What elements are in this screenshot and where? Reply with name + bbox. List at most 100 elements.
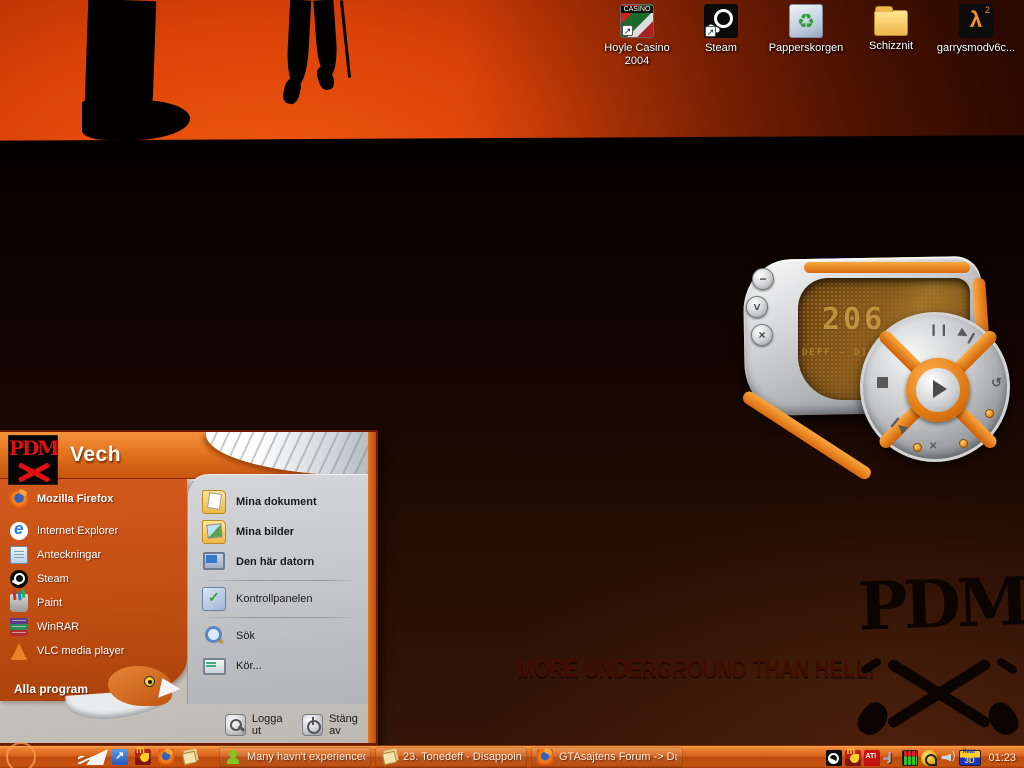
task-button-winamp[interactable]: 23. Tonedeff - Disappoint...: [375, 747, 527, 768]
icon-label-line2: 2004: [625, 55, 649, 67]
menu-item-search[interactable]: Sök: [188, 621, 370, 651]
logout-button[interactable]: Logga ut: [225, 713, 292, 737]
menu-item-mozilla-firefox[interactable]: Mozilla Firefox: [0, 487, 187, 511]
shutdown-button[interactable]: Stäng av: [302, 713, 370, 737]
ati-tray-icon[interactable]: [864, 750, 880, 766]
desktop-icon-garrysmod[interactable]: garrysmodv6c...: [934, 4, 1018, 55]
task-title: Many havn't experienced...: [247, 751, 365, 763]
menu-item-label: Kontrollpanelen: [236, 593, 312, 605]
option-dot-button[interactable]: [959, 439, 968, 448]
control-panel-icon: [202, 587, 226, 611]
shuffle-button[interactable]: ✕: [929, 441, 937, 452]
start-button-orb[interactable]: [6, 742, 36, 768]
menu-item-label: Den här datorn: [236, 556, 314, 568]
folder-icon: [874, 10, 908, 36]
menu-item-label: Mina dokument: [236, 496, 317, 508]
option-dot-button[interactable]: [985, 409, 994, 418]
recycle-bin-icon: [789, 4, 823, 38]
firefox-icon: [537, 749, 553, 765]
desktop-icon-steam[interactable]: ↗ Steam: [679, 4, 763, 55]
daemon-tools-tray-icon[interactable]: [883, 750, 899, 766]
stop-button[interactable]: [877, 377, 888, 388]
close-button[interactable]: ×: [751, 324, 773, 346]
pause-button[interactable]: ❙❙: [929, 323, 949, 336]
start-button[interactable]: [78, 749, 108, 766]
vlc-icon: [10, 642, 28, 660]
menu-item-label: Internet Explorer: [37, 525, 118, 537]
menu-item-anteckningar[interactable]: Anteckningar: [0, 543, 187, 567]
quick-launch-bar: [112, 749, 197, 765]
mirc-quicklaunch-icon[interactable]: [135, 749, 151, 765]
desktop-icon-recycle-bin[interactable]: Papperskorgen: [764, 4, 848, 55]
mirc-tray-icon[interactable]: [845, 750, 861, 766]
system-tray: 01:23: [818, 746, 1022, 768]
menu-item-label: WinRAR: [37, 621, 79, 633]
menu-divider: [202, 580, 356, 581]
my-documents-icon: [202, 490, 226, 514]
search-icon: [202, 624, 226, 648]
equalizer-tray-icon[interactable]: [902, 750, 918, 766]
task-title: 23. Tonedeff - Disappoint...: [403, 751, 521, 763]
icon-label: Papperskorgen: [764, 42, 848, 55]
volume-tray-icon[interactable]: [940, 750, 956, 766]
winrar-icon: [10, 618, 28, 636]
menu-item-label: Steam: [37, 573, 69, 585]
desktop: MORE UNDERGROUND THAN HELL! PDM ↗ Hoyle …: [0, 0, 1024, 768]
paint-icon: [10, 594, 28, 612]
shortcut-arrow-icon: ↗: [622, 25, 633, 36]
wallpaper-tagline: MORE UNDERGROUND THAN HELL!: [517, 656, 857, 685]
key-icon: [225, 714, 246, 736]
pdm-logo: PDM: [8, 435, 58, 485]
play-button[interactable]: [916, 368, 960, 412]
my-computer-icon: [202, 550, 226, 574]
start-menu-right-panel: Mina dokument Mina bilder Den här datorn…: [187, 474, 370, 704]
headset-tray-icon[interactable]: [921, 750, 937, 766]
messenger-buddy-icon: [225, 749, 241, 765]
files-quicklaunch-icon[interactable]: [181, 749, 197, 765]
internet-explorer-icon: [10, 522, 28, 540]
task-buttons: Many havn't experienced... 23. Tonedeff …: [219, 747, 683, 768]
all-programs-button[interactable]: Alla program: [14, 682, 88, 696]
shade-button[interactable]: ˅: [746, 296, 768, 318]
run-icon: [202, 654, 226, 678]
media-player-widget: 206 DEFF - DISAPPOINTED − ˅ × ❙❙ ▶❙ ▶❙ ↺…: [742, 254, 994, 466]
start-menu-right-border: [368, 432, 376, 743]
firefox-quicklaunch-icon[interactable]: [158, 749, 174, 765]
xear3d-tray-icon[interactable]: [959, 750, 981, 766]
option-dot-button[interactable]: [913, 443, 922, 452]
icon-label: Steam: [679, 42, 763, 55]
menu-item-label: Paint: [37, 597, 62, 609]
minimize-button[interactable]: −: [752, 268, 774, 290]
media-player-titlebar[interactable]: [804, 262, 970, 273]
repeat-button[interactable]: ↺: [991, 375, 1002, 391]
steam-tray-icon[interactable]: [826, 750, 842, 766]
menu-item-run[interactable]: Kör...: [188, 651, 370, 681]
eagle-beak: [158, 678, 182, 702]
play-hub: [906, 358, 970, 422]
menu-item-my-pictures[interactable]: Mina bilder: [188, 517, 370, 547]
task-title: GTAsajtens Forum -> Du...: [559, 751, 677, 763]
menu-item-my-documents[interactable]: Mina dokument: [188, 487, 370, 517]
desktop-icon-hoyle-casino[interactable]: ↗ Hoyle Casino 2004: [595, 4, 679, 68]
eagle-eye: [144, 676, 155, 687]
icon-label: Schizznit: [849, 40, 933, 53]
menu-item-steam[interactable]: Steam: [0, 567, 187, 591]
media-player-control-wheel: ❙❙ ▶❙ ▶❙ ↺ ✕: [860, 312, 1010, 462]
menu-item-paint[interactable]: Paint: [0, 591, 187, 615]
steam-icon: [10, 570, 28, 588]
menu-item-winrar[interactable]: WinRAR: [0, 615, 187, 639]
menu-item-label: Mozilla Firefox: [37, 493, 113, 505]
desktop-icon-schizznit[interactable]: Schizznit: [849, 4, 933, 53]
task-button-firefox[interactable]: GTAsajtens Forum -> Du...: [531, 747, 683, 768]
messenger-quicklaunch-icon[interactable]: [112, 749, 128, 765]
menu-item-control-panel[interactable]: Kontrollpanelen: [188, 584, 370, 614]
menu-item-my-computer[interactable]: Den här datorn: [188, 547, 370, 577]
logout-label: Logga ut: [252, 713, 292, 737]
notepad-icon: [10, 546, 28, 564]
menu-item-label: Anteckningar: [37, 549, 101, 561]
task-button-messenger[interactable]: Many havn't experienced...: [219, 747, 371, 768]
menu-item-vlc[interactable]: VLC media player: [0, 639, 187, 663]
steam-icon: ↗: [704, 4, 738, 38]
winamp-files-icon: [381, 749, 397, 765]
menu-item-internet-explorer[interactable]: Internet Explorer: [0, 519, 187, 543]
